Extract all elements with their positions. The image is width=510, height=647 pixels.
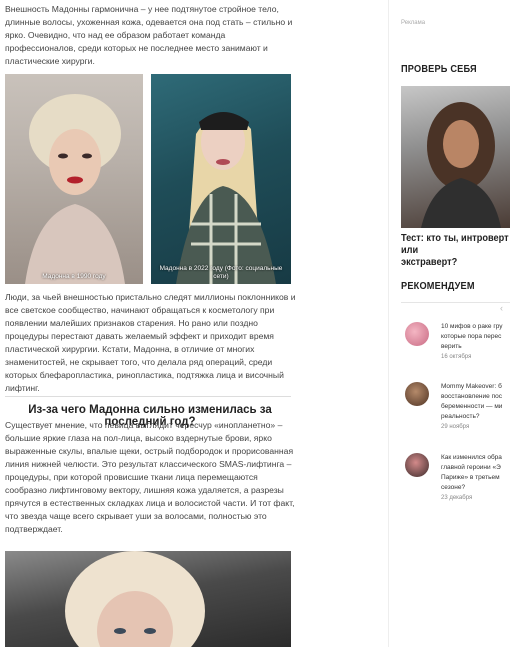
article-paragraph: Внешность Мадонны гармонична – у нее под… [5,4,293,66]
portrait-illustration [65,551,205,647]
recommended-date: 29 ноября [441,424,470,430]
recommend-divider [401,302,510,303]
quiz-link[interactable]: Тест: кто ты, интроверт или экстраверт? [401,233,510,269]
article-paragraph: Существует мнение, что певица выглядит ч… [5,420,295,534]
chevron-left-icon[interactable]: ‹ [500,303,503,313]
portrait-illustration [421,102,501,228]
recommended-thumbnail[interactable] [405,453,429,477]
recommended-date: 23 декабря [441,495,473,501]
recommended-thumbnail[interactable] [405,322,429,346]
section-divider [5,396,291,397]
ad-label: Реклама [401,20,426,26]
recommended-title[interactable]: Mommy Makeover: б восстановление пос бер… [441,382,510,422]
portrait-illustration [176,112,276,284]
sidebar: Реклама ПРОВЕРЬ СЕБЯ Тест: кто ты, интро… [392,0,510,647]
recommended-title[interactable]: 10 мифов о раке гру которые пора перес в… [441,322,510,352]
recommend-heading: РЕКОМЕНДУЕМ [401,281,475,292]
madonna-2022-photo: Мадонна в 2022 году (Фото: социальные се… [151,74,291,284]
check-yourself-heading: ПРОВЕРЬ СЕБЯ [401,64,477,75]
recommended-title[interactable]: Как изменился обра главной героини «Э Па… [441,453,510,493]
article-paragraph: Люди, за чьей внешностью пристально след… [5,292,296,393]
portrait-illustration [25,94,125,284]
quiz-image[interactable] [401,86,510,228]
photo-caption: Мадонна в 1990 году [42,273,106,280]
photo-caption: Мадонна в 2022 году (Фото: социальные се… [159,265,283,280]
recommended-thumbnail[interactable] [405,382,429,406]
madonna-closeup-photo [5,551,291,647]
sidebar-divider [388,0,389,647]
recommended-date: 16 октября [441,354,472,360]
madonna-1990-photo: Мадонна в 1990 году [5,74,143,284]
